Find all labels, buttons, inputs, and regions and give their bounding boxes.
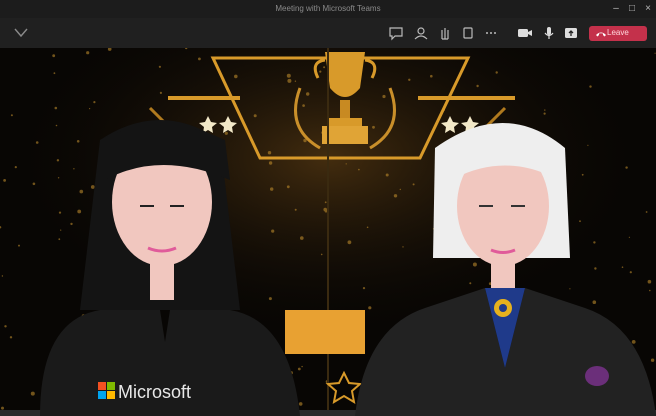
- app-menu-icon[interactable]: [12, 25, 30, 41]
- meeting-toolbar: Leave: [0, 18, 656, 48]
- close-icon[interactable]: ×: [642, 3, 654, 15]
- meeting-stage: Microsoft: [0, 48, 656, 416]
- microsoft-logo: Microsoft: [98, 382, 191, 402]
- maximize-icon[interactable]: □: [626, 3, 638, 15]
- people-icon[interactable]: [412, 25, 430, 41]
- leave-button[interactable]: Leave: [589, 26, 647, 41]
- avatar-right-participant: [355, 123, 656, 416]
- title-bar: Meeting with Microsoft Teams – □ ×: [0, 0, 656, 18]
- more-icon[interactable]: [482, 25, 500, 41]
- share-icon[interactable]: [562, 25, 580, 41]
- react-icon[interactable]: [459, 25, 477, 41]
- camera-icon[interactable]: [516, 25, 534, 41]
- shirt-logo-text: Microsoft: [118, 382, 191, 402]
- minimize-icon[interactable]: –: [610, 3, 622, 15]
- hand-ring: [585, 366, 609, 386]
- mic-icon[interactable]: [540, 25, 558, 41]
- window-title: Meeting with Microsoft Teams: [275, 4, 381, 13]
- chat-icon[interactable]: [387, 25, 405, 41]
- leave-label: Leave: [607, 28, 629, 37]
- phone-hangup-icon: [596, 32, 606, 37]
- raise-hand-icon[interactable]: [436, 25, 454, 41]
- avatar-left-participant: Microsoft: [40, 120, 300, 416]
